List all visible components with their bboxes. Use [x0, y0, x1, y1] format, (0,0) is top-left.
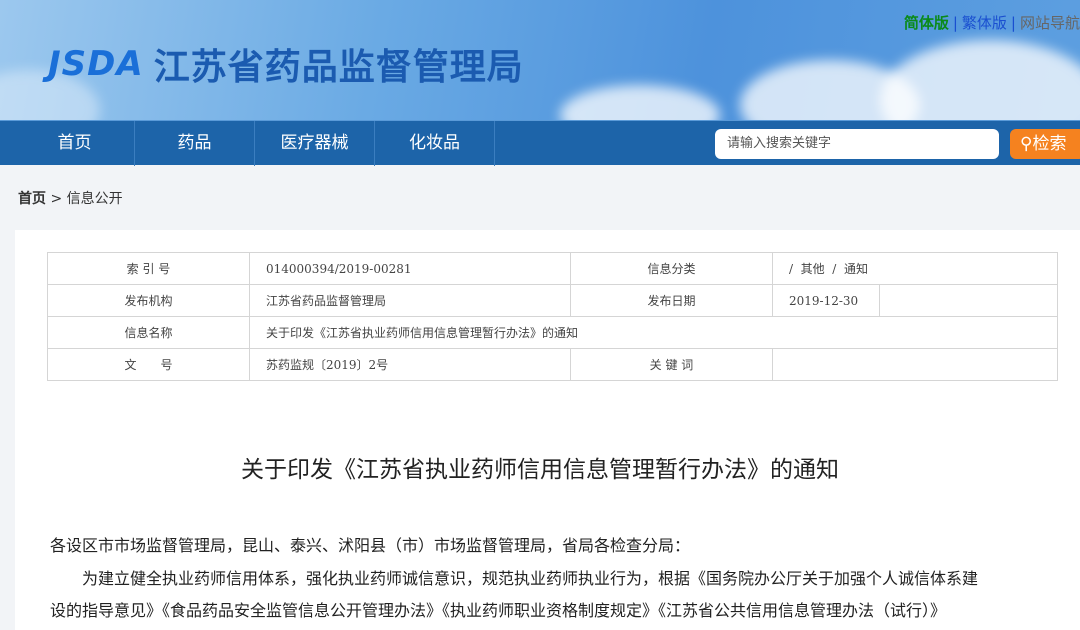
logo-en: JSDA	[48, 44, 144, 84]
table-row: 发布机构 江苏省药品监督管理局 发布日期 2019-12-30	[47, 284, 1058, 317]
org-value: 江苏省药品监督管理局	[249, 284, 571, 317]
index-label: 索 引 号	[47, 252, 250, 285]
nav-drugs[interactable]: 药品	[135, 121, 255, 166]
search-icon: ⚲	[1020, 134, 1033, 154]
docno-label: 文 号	[47, 348, 250, 381]
link-sitemap[interactable]: 网站导航	[1020, 14, 1080, 32]
table-row: 文 号 苏药监规〔2019〕2号 关 键 词	[47, 348, 1058, 381]
search-button-label: 检索	[1032, 134, 1067, 154]
org-label: 发布机构	[47, 284, 250, 317]
site-logo[interactable]: JSDA 江苏省药品监督管理局	[48, 38, 524, 90]
keywords-label: 关 键 词	[570, 348, 773, 381]
breadcrumb-sep: >	[50, 191, 63, 207]
main-nav: 首页 药品 医疗器械 化妆品 请输入搜索关键字 ⚲检索	[0, 120, 1080, 166]
breadcrumb-home[interactable]: 首页	[18, 191, 46, 207]
link-traditional[interactable]: 繁体版	[962, 14, 1007, 32]
docno-value: 苏药监规〔2019〕2号	[249, 348, 571, 381]
date-value: 2019-12-30	[772, 284, 880, 317]
article-salutation: 各设区市市场监督管理局，昆山、泰兴、沭阳县（市）市场监督管理局，省局各检查分局：	[50, 536, 691, 555]
table-row: 索 引 号 014000394/2019-00281 信息分类 / 其他 / 通…	[47, 252, 1058, 285]
search-input[interactable]: 请输入搜索关键字	[715, 129, 999, 159]
article-paragraph-line: 为建立健全执业药师信用体系，强化执业药师诚信意识，规范执业药师执业行为，根据《国…	[82, 569, 979, 588]
name-label: 信息名称	[47, 316, 250, 349]
name-value: 关于印发《江苏省执业药师信用信息管理暂行办法》的通知	[249, 316, 1058, 349]
date-label: 发布日期	[570, 284, 773, 317]
breadcrumb: 首页 > 信息公开	[18, 188, 123, 208]
index-value: 014000394/2019-00281	[249, 252, 571, 285]
top-links: 简体版 | 繁体版 | 网站导航	[903, 14, 1080, 32]
breadcrumb-current[interactable]: 信息公开	[67, 191, 123, 207]
link-simplified[interactable]: 简体版	[904, 14, 949, 32]
site-header: JSDA 江苏省药品监督管理局 简体版 | 繁体版 | 网站导航	[0, 0, 1080, 120]
article-paragraph-line: 设的指导意见》《食品药品安全监管信息公开管理办法》《执业药师职业资格制度规定》《…	[50, 601, 947, 620]
category-value: / 其他 / 通知	[772, 252, 1058, 285]
empty-cell	[879, 284, 1058, 317]
category-label: 信息分类	[570, 252, 773, 285]
logo-cn: 江苏省药品监督管理局	[153, 47, 524, 88]
nav-devices[interactable]: 医疗器械	[255, 121, 375, 166]
search-button[interactable]: ⚲检索	[1010, 129, 1080, 159]
info-table: 索 引 号 014000394/2019-00281 信息分类 / 其他 / 通…	[47, 252, 1058, 381]
nav-cosmetics[interactable]: 化妆品	[375, 121, 495, 166]
keywords-value	[772, 348, 1058, 381]
table-row: 信息名称 关于印发《江苏省执业药师信用信息管理暂行办法》的通知	[47, 316, 1058, 349]
article-title: 关于印发《江苏省执业药师信用信息管理暂行办法》的通知	[241, 457, 839, 483]
nav-home[interactable]: 首页	[15, 121, 135, 166]
